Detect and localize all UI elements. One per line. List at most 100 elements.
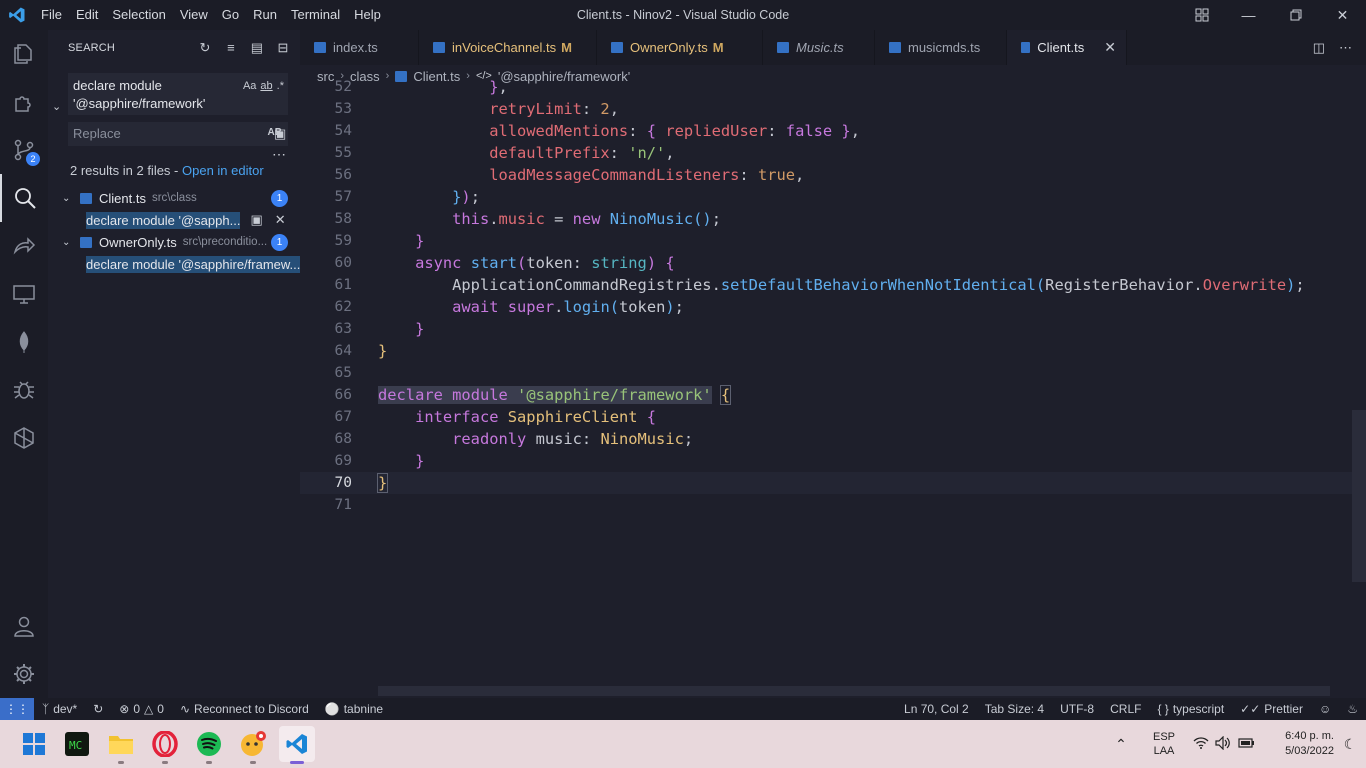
regex-toggle[interactable]: .* [277, 77, 284, 95]
source-control-icon[interactable]: 2 [0, 126, 48, 174]
feedback-icon[interactable]: ☺ [1311, 702, 1339, 716]
menu-go[interactable]: Go [215, 0, 246, 30]
close-window-button[interactable]: ✕ [1319, 0, 1366, 30]
new-search-editor-icon[interactable]: ▤ [248, 39, 266, 57]
clear-results-icon[interactable]: ≡ [222, 39, 240, 57]
open-in-editor-link[interactable]: Open in editor [182, 163, 264, 178]
problems-status[interactable]: ⊗ 0 △ 0 [111, 702, 172, 716]
tab-musicmds[interactable]: musicmds.ts [875, 30, 1007, 65]
code-editor[interactable]: 52 }, 53 retryLimit: 2, 54 allowedMentio… [300, 78, 1366, 698]
menu-file[interactable]: File [34, 0, 69, 30]
more-actions-icon[interactable]: ⋯ [1339, 40, 1352, 56]
messaging-app-icon[interactable] [237, 728, 269, 764]
clock-date: 5/03/2022 [1285, 745, 1334, 757]
layout-icon[interactable] [1178, 0, 1225, 30]
volume-icon[interactable] [1212, 735, 1234, 753]
debug-bug-icon[interactable] [0, 366, 48, 414]
clock[interactable]: 6:40 p. m. 5/03/2022 [1264, 729, 1334, 759]
tab-music[interactable]: Music.ts [763, 30, 875, 65]
mongodb-leaf-icon[interactable] [0, 318, 48, 366]
replace-placeholder: Replace [73, 126, 121, 141]
restore-button[interactable] [1272, 0, 1319, 30]
wifi-icon[interactable] [1190, 736, 1212, 752]
menu-edit[interactable]: Edit [69, 0, 105, 30]
remote-share-icon[interactable] [0, 222, 48, 270]
code-line: 71 [300, 494, 1354, 516]
chevron-down-icon[interactable]: ⌄ [62, 193, 74, 204]
result-match-row[interactable]: declare module '@sapphire/framew... [86, 254, 301, 274]
title-bar: File Edit Selection View Go Run Terminal… [0, 0, 1366, 30]
more-actions-icon[interactable]: ⋯ [272, 146, 286, 163]
language-indicator[interactable]: ESP LAA [1138, 730, 1190, 758]
code-text: async start(token: string) { [415, 254, 675, 272]
remote-explorer-monitor-icon[interactable] [0, 270, 48, 318]
opera-browser-icon[interactable] [149, 728, 181, 764]
tab-label: Client.ts [1037, 40, 1085, 55]
replace-input[interactable]: Replace AB [68, 122, 288, 146]
cursor-position[interactable]: Ln 70, Col 2 [896, 702, 977, 716]
container-box-icon[interactable] [0, 414, 48, 462]
tab-client[interactable]: Client.ts ✕ [1007, 30, 1127, 65]
code-text: }); [452, 188, 480, 206]
replace-match-icon[interactable]: ▣ [250, 212, 262, 228]
vertical-scrollbar[interactable] [1352, 410, 1366, 582]
focus-moon-icon[interactable]: ☾ [1334, 736, 1366, 753]
file-explorer-icon[interactable] [105, 728, 137, 764]
chevron-down-icon[interactable]: ⌄ [62, 237, 74, 248]
settings-gear-icon[interactable] [0, 650, 48, 698]
language-bottom: LAA [1153, 745, 1175, 757]
code-line: 53 retryLimit: 2, [300, 98, 1354, 120]
chevron-up-icon[interactable]: ⌃ [1104, 736, 1138, 753]
tab-owneronly[interactable]: OwnerOnly.ts M [597, 30, 763, 65]
language-mode[interactable]: { } typescript [1149, 702, 1232, 716]
tab-invoicechannel[interactable]: inVoiceChannel.ts M [419, 30, 597, 65]
close-tab-icon[interactable]: ✕ [1104, 39, 1116, 56]
menu-view[interactable]: View [173, 0, 215, 30]
line-number: 65 [334, 365, 352, 381]
whole-word-toggle[interactable]: ab [260, 77, 272, 95]
result-file-row[interactable]: ⌄ OwnerOnly.ts src\preconditio... 1 [48, 231, 300, 253]
windows-start-icon[interactable] [18, 728, 50, 760]
line-ending[interactable]: CRLF [1102, 702, 1149, 716]
search-icon[interactable] [0, 174, 48, 222]
encoding[interactable]: UTF-8 [1052, 702, 1102, 716]
explorer-icon[interactable] [0, 30, 48, 78]
toggle-replace-chevron-icon[interactable]: ⌄ [52, 100, 61, 113]
menu-terminal[interactable]: Terminal [284, 0, 347, 30]
menu-selection[interactable]: Selection [105, 0, 172, 30]
running-indicator [118, 761, 124, 764]
discord-status[interactable]: ∿ Reconnect to Discord [172, 702, 317, 716]
accounts-icon[interactable] [0, 602, 48, 650]
result-match-row[interactable]: declare module '@sapph... ▣ ✕ [86, 210, 286, 230]
tab-size[interactable]: Tab Size: 4 [977, 702, 1052, 716]
vscode-taskbar-icon[interactable] [279, 726, 315, 764]
dismiss-match-icon[interactable]: ✕ [275, 212, 286, 228]
tab-index[interactable]: index.ts [300, 30, 419, 65]
match-case-toggle[interactable]: Aa [243, 77, 256, 95]
menu-run[interactable]: Run [246, 0, 284, 30]
branch-status[interactable]: ᛉ dev* [34, 702, 85, 716]
tabnine-status[interactable]: ⚪ tabnine [317, 702, 391, 716]
split-editor-icon[interactable]: ◫ [1313, 40, 1325, 56]
result-file-row[interactable]: ⌄ Client.ts src\class 1 [48, 187, 300, 209]
minimize-button[interactable]: — [1225, 0, 1272, 30]
remote-indicator-icon[interactable]: ⋮⋮ [0, 698, 34, 720]
refresh-icon[interactable]: ↻ [196, 39, 214, 57]
spotify-icon[interactable] [193, 728, 225, 764]
running-indicator [206, 761, 212, 764]
line-number: 67 [334, 409, 352, 425]
extensions-puzzle-icon[interactable] [0, 78, 48, 126]
terminal-app-icon[interactable]: MC [61, 728, 93, 760]
search-input[interactable]: declare module '@sapphire/framework' Aa … [68, 73, 288, 115]
battery-icon[interactable] [1234, 737, 1258, 752]
warning-count: 0 [157, 702, 164, 716]
collapse-all-icon[interactable]: ⊟ [274, 39, 292, 57]
replace-all-icon[interactable]: ▣ [274, 126, 286, 142]
notifications-bell-icon[interactable]: ♨ [1339, 702, 1366, 716]
search-sidebar: SEARCH ↻ ≡ ▤ ⊟ ⌄ declare module '@sapphi… [48, 30, 301, 698]
horizontal-scrollbar[interactable] [378, 686, 1330, 696]
menu-help[interactable]: Help [347, 0, 388, 30]
sync-icon[interactable]: ↻ [85, 702, 111, 716]
code-text: } [378, 342, 388, 360]
prettier-status[interactable]: ✓✓ Prettier [1232, 702, 1311, 716]
